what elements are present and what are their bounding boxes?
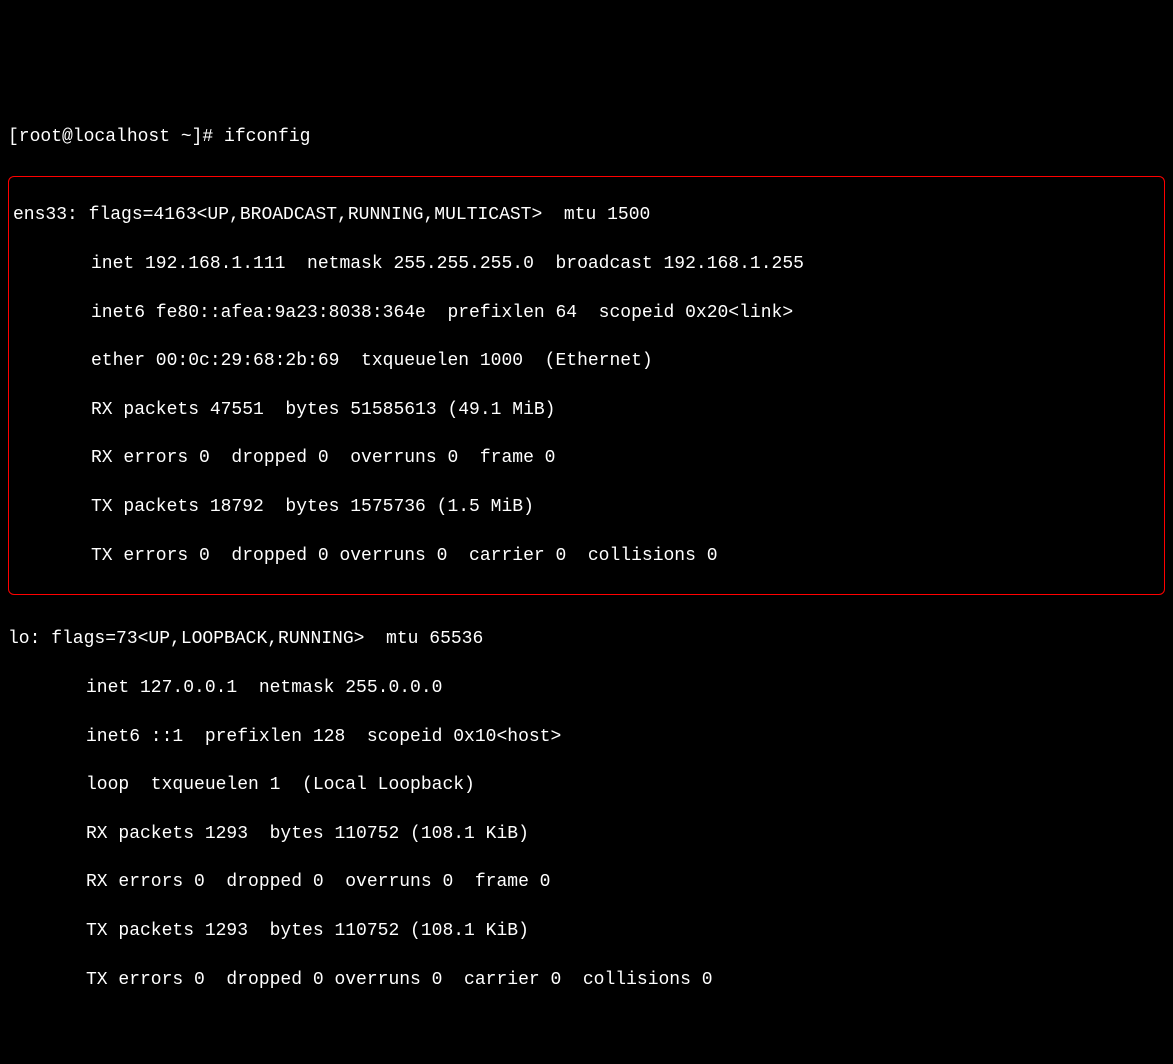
terminal-output: [root@localhost ~]# ifconfig ens33: flag… bbox=[8, 101, 1165, 1064]
inet6-line: inet6 ::1 prefixlen 128 scopeid 0x10<hos… bbox=[8, 725, 1165, 749]
tx-errors-line: TX errors 0 dropped 0 overruns 0 carrier… bbox=[8, 968, 1165, 992]
rx-errors-line: RX errors 0 dropped 0 overruns 0 frame 0 bbox=[8, 870, 1165, 894]
blank-line bbox=[8, 1016, 1165, 1040]
prompt-prefix: [root@localhost ~]# bbox=[8, 125, 224, 149]
inet6-line: inet6 fe80::afea:9a23:8038:364e prefixle… bbox=[13, 301, 1160, 325]
tx-packets-line: TX packets 18792 bytes 1575736 (1.5 MiB) bbox=[13, 495, 1160, 519]
tx-packets-line: TX packets 1293 bytes 110752 (108.1 KiB) bbox=[8, 919, 1165, 943]
tx-errors-line: TX errors 0 dropped 0 overruns 0 carrier… bbox=[13, 544, 1160, 568]
ether-line: ether 00:0c:29:68:2b:69 txqueuelen 1000 … bbox=[13, 349, 1160, 373]
rx-packets-line: RX packets 47551 bytes 51585613 (49.1 Mi… bbox=[13, 398, 1160, 422]
highlighted-interface-block: ens33: flags=4163<UP,BROADCAST,RUNNING,M… bbox=[8, 176, 1165, 595]
rx-packets-line: RX packets 1293 bytes 110752 (108.1 KiB) bbox=[8, 822, 1165, 846]
inet-line: inet 127.0.0.1 netmask 255.0.0.0 bbox=[8, 676, 1165, 700]
inet-line: inet 192.168.1.111 netmask 255.255.255.0… bbox=[13, 252, 1160, 276]
interface-header: ens33: flags=4163<UP,BROADCAST,RUNNING,M… bbox=[13, 203, 1160, 227]
command-prompt-1[interactable]: [root@localhost ~]# ifconfig bbox=[8, 125, 1165, 149]
loop-line: loop txqueuelen 1 (Local Loopback) bbox=[8, 773, 1165, 797]
command-text: ifconfig bbox=[224, 125, 310, 149]
interface-header: lo: flags=73<UP,LOOPBACK,RUNNING> mtu 65… bbox=[8, 627, 1165, 651]
rx-errors-line: RX errors 0 dropped 0 overruns 0 frame 0 bbox=[13, 446, 1160, 470]
